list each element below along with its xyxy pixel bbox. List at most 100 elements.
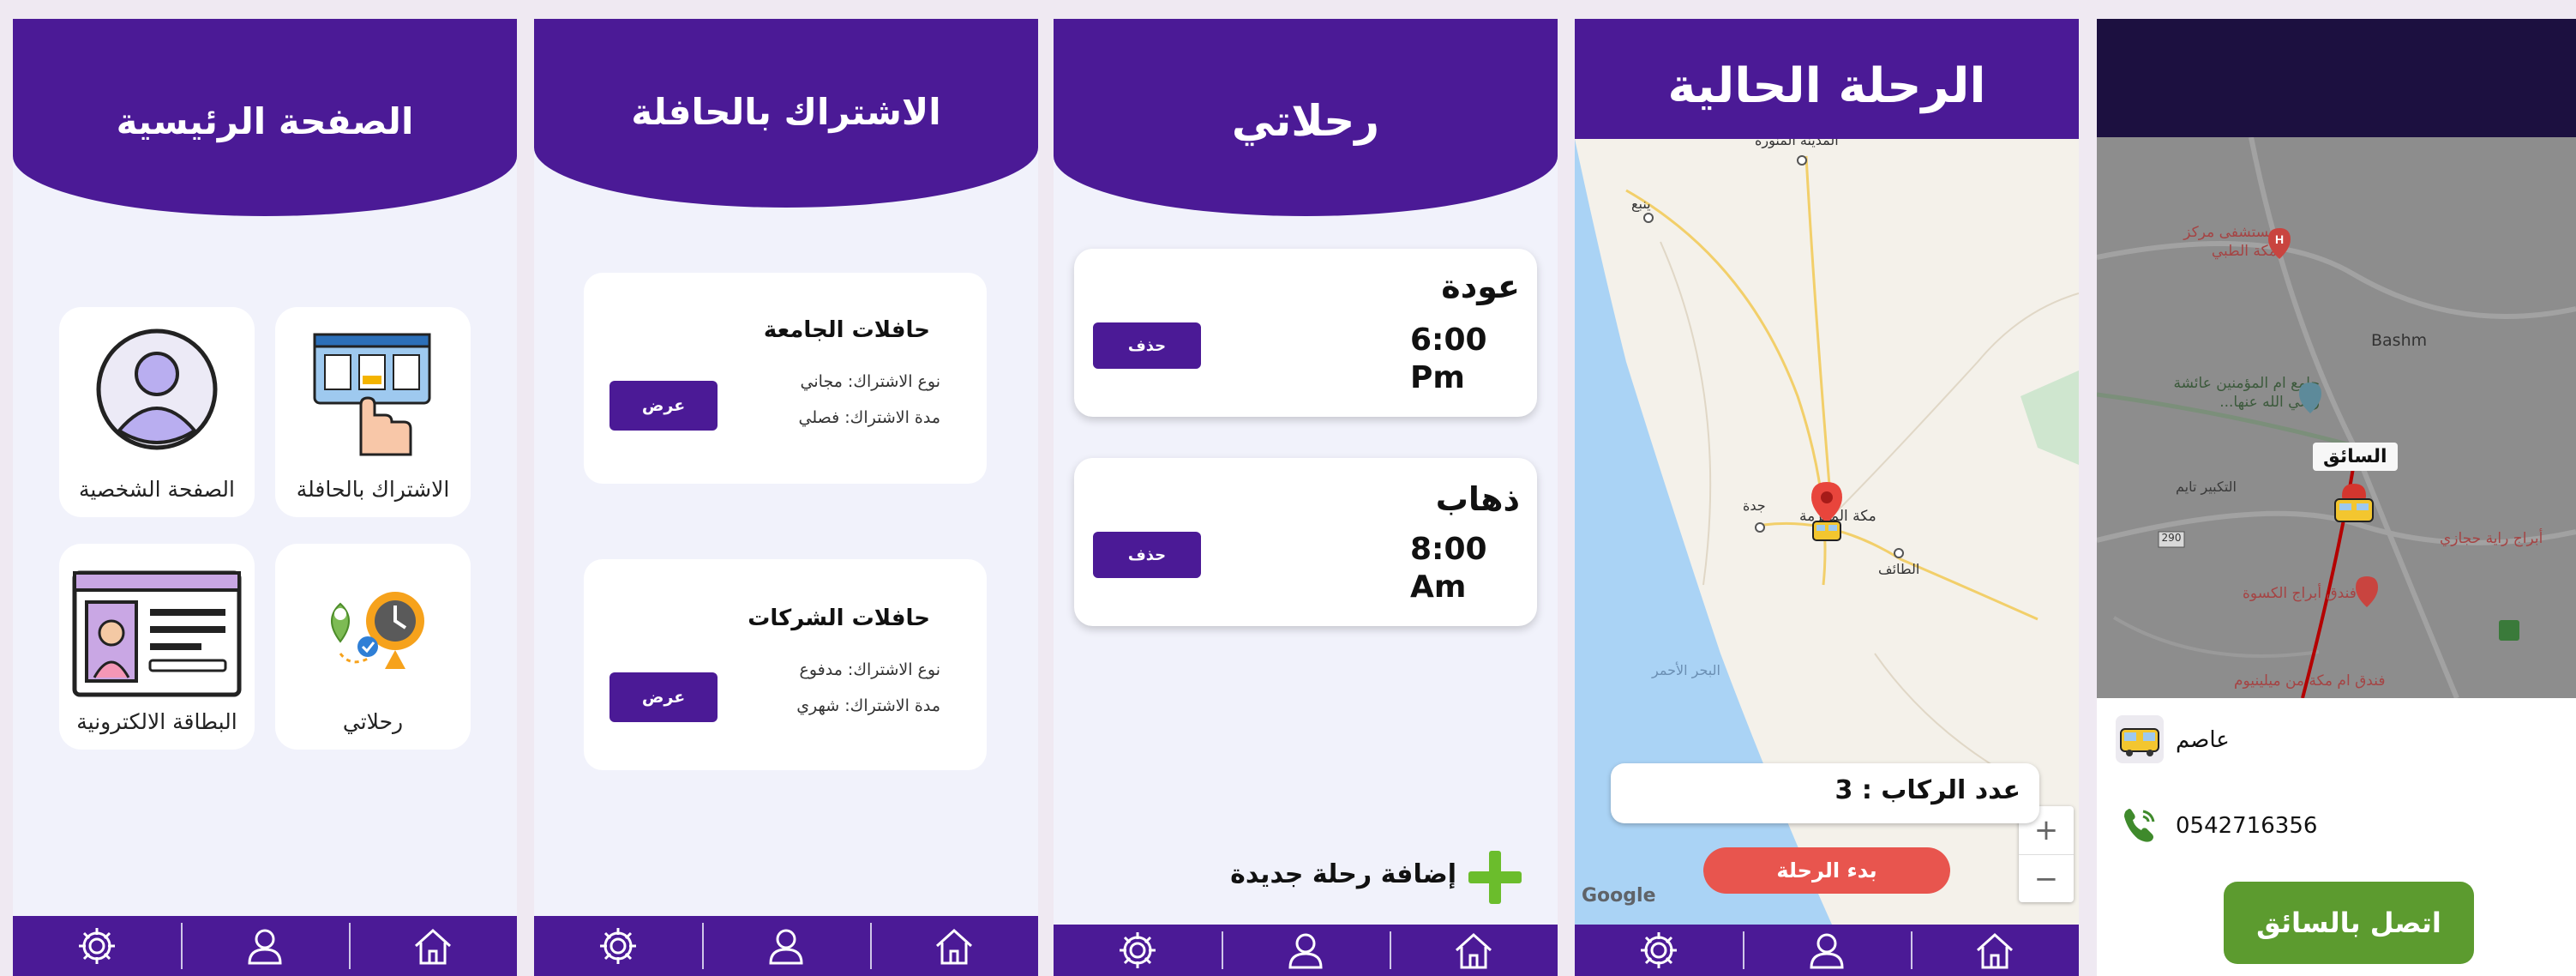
map-label-hospital: مستشفى مركز مكة الطبي (2183, 224, 2277, 260)
page-title: الرحلة الحالية (1667, 58, 1986, 114)
trip-card: ذهاب 8:00 Am حذف (1074, 458, 1537, 626)
map-label-madinah: المدينة المنورة (1755, 139, 1839, 148)
card-title: حافلات الشركات (748, 605, 930, 631)
tile-label: الاشتراك بالحافلة (296, 477, 450, 502)
home-icon (1976, 932, 2014, 969)
passenger-count: عدد الركاب : 3 (1611, 763, 2039, 823)
driver-name: عاصم (2176, 727, 2230, 753)
settings-icon (1641, 932, 1677, 968)
user-icon (248, 929, 282, 965)
nav-settings[interactable] (13, 916, 181, 976)
map-label-tower2: فندق أبراج الكسوة (2243, 585, 2357, 602)
page-title: رحلاتي (1231, 96, 1380, 146)
map-label-yanbu: ينبع (1631, 196, 1651, 212)
nav-home[interactable] (349, 916, 517, 976)
driver-screen: مستشفى مركز مكة الطبي H جامع ام المؤمنين… (2097, 19, 2576, 976)
map-label-bashm: Bashm (2371, 331, 2428, 350)
plus-icon (1468, 851, 1522, 904)
nav-settings[interactable] (534, 916, 702, 976)
nav-profile[interactable] (1743, 925, 1911, 976)
subscription-duration: مدة الاشتراك: فصلي (798, 408, 940, 427)
map-label-jeddah: جدة (1743, 497, 1766, 514)
nav-home[interactable] (1390, 925, 1558, 976)
add-trip-button[interactable]: إضافة رحلة جديدة (1230, 847, 1525, 907)
google-logo: Google (1582, 885, 1656, 907)
map-label-mosque: جامع ام المؤمنين عائشة رضي الله عنها... (2173, 375, 2320, 411)
nav-home[interactable] (1911, 925, 2079, 976)
trip-name: عودة (1441, 268, 1520, 305)
map-label-red-sea: البحر الأحمر (1652, 662, 1720, 678)
bottom-nav (534, 916, 1038, 976)
bus-location-marker (1811, 482, 1842, 541)
trip-period: Pm (1410, 360, 1465, 395)
bottom-nav (1575, 925, 2079, 976)
tile-trips[interactable]: رحلاتي (275, 544, 471, 750)
nav-home[interactable] (870, 916, 1038, 976)
driver-bus-marker (2334, 484, 2374, 522)
map-label-taif: الطائف (1878, 561, 1920, 577)
tile-label: البطاقة الالكترونية (76, 709, 237, 734)
call-driver-button[interactable]: اتصل بالسائق (2224, 882, 2474, 964)
nav-profile[interactable] (181, 916, 349, 976)
hospital-icon: H (2268, 228, 2291, 259)
user-icon (1810, 933, 1844, 969)
current-trip-screen: الرحلة الحالية المدينة المنورة ينبع جدة … (1575, 19, 2079, 976)
subscription-screen: الاشتراك بالحافلة حافلات الجامعة نوع الا… (534, 19, 1038, 976)
bottom-nav (13, 916, 517, 976)
tile-profile[interactable]: الصفحة الشخصية (59, 307, 255, 517)
start-trip-button[interactable]: بدء الرحلة (1703, 847, 1950, 894)
user-icon (769, 929, 803, 965)
trip-card: عودة 6:00 Pm حذف (1074, 249, 1537, 417)
map-label-tower1: أبراج راية حجازي (2440, 530, 2543, 547)
driver-map-graphic (2097, 137, 2576, 698)
user-icon (1288, 933, 1323, 969)
map-label-road: 290 (2161, 532, 2182, 544)
tile-bus-subscription[interactable]: الاشتراك بالحافلة (275, 307, 471, 517)
bottom-nav (1054, 925, 1558, 976)
home-icon (1455, 932, 1492, 969)
bus-avatar-icon (2116, 715, 2164, 763)
add-trip-label: إضافة رحلة جديدة (1230, 859, 1456, 889)
driver-info-row: عاصم (2114, 714, 2543, 768)
mosque-icon (2299, 383, 2321, 413)
nav-profile[interactable] (1222, 925, 1390, 976)
trips-screen: رحلاتي عودة 6:00 Pm حذف ذهاب 8:00 Am حذف… (1054, 19, 1558, 976)
home-icon (935, 928, 973, 965)
zoom-out-button[interactable]: − (2019, 854, 2074, 903)
header-banner (2097, 19, 2576, 137)
settings-icon (79, 928, 115, 964)
tile-id-card[interactable]: البطاقة الالكترونية (59, 544, 255, 750)
nav-settings[interactable] (1575, 925, 1743, 976)
phone-icon (2124, 809, 2155, 842)
profile-icon (96, 328, 218, 450)
nav-settings[interactable] (1054, 925, 1222, 976)
id-card-icon (72, 570, 242, 697)
trips-icon (331, 592, 424, 669)
subscription-card: حافلات الشركات نوع الاشتراك: مدفوع مدة ا… (584, 559, 987, 770)
map-label-takbir: التكبير تايم (2176, 479, 2237, 495)
driver-phone-row: 0542716356 (2114, 801, 2543, 852)
bus-subscription-icon (313, 333, 431, 456)
tower-icon (2356, 576, 2378, 607)
parking-icon (2499, 620, 2519, 641)
driver-phone: 0542716356 (2176, 813, 2318, 839)
trip-period: Am (1410, 569, 1467, 605)
view-button[interactable]: عرض (609, 672, 718, 722)
driver-map-tag: السائق (2313, 443, 2398, 471)
home-screen: الصفحة الرئيسية الاشتراك بالحافلة الصفحة… (13, 19, 517, 976)
settings-icon (1120, 932, 1156, 968)
svg-text:H: H (2275, 232, 2284, 246)
nav-profile[interactable] (702, 916, 870, 976)
page-title: الصفحة الرئيسية (116, 100, 414, 142)
home-icon (414, 928, 452, 965)
subscription-card: حافلات الجامعة نوع الاشتراك: مجاني مدة ا… (584, 273, 987, 484)
tile-label: الصفحة الشخصية (78, 477, 235, 502)
delete-button[interactable]: حذف (1093, 532, 1201, 578)
driver-map-view[interactable]: مستشفى مركز مكة الطبي H جامع ام المؤمنين… (2097, 137, 2576, 698)
subscription-duration: مدة الاشتراك: شهري (796, 696, 940, 715)
view-button[interactable]: عرض (609, 381, 718, 431)
page-title: الاشتراك بالحافلة (631, 91, 941, 133)
trip-time: 8:00 (1410, 532, 1487, 567)
delete-button[interactable]: حذف (1093, 322, 1201, 369)
card-title: حافلات الجامعة (763, 317, 930, 343)
